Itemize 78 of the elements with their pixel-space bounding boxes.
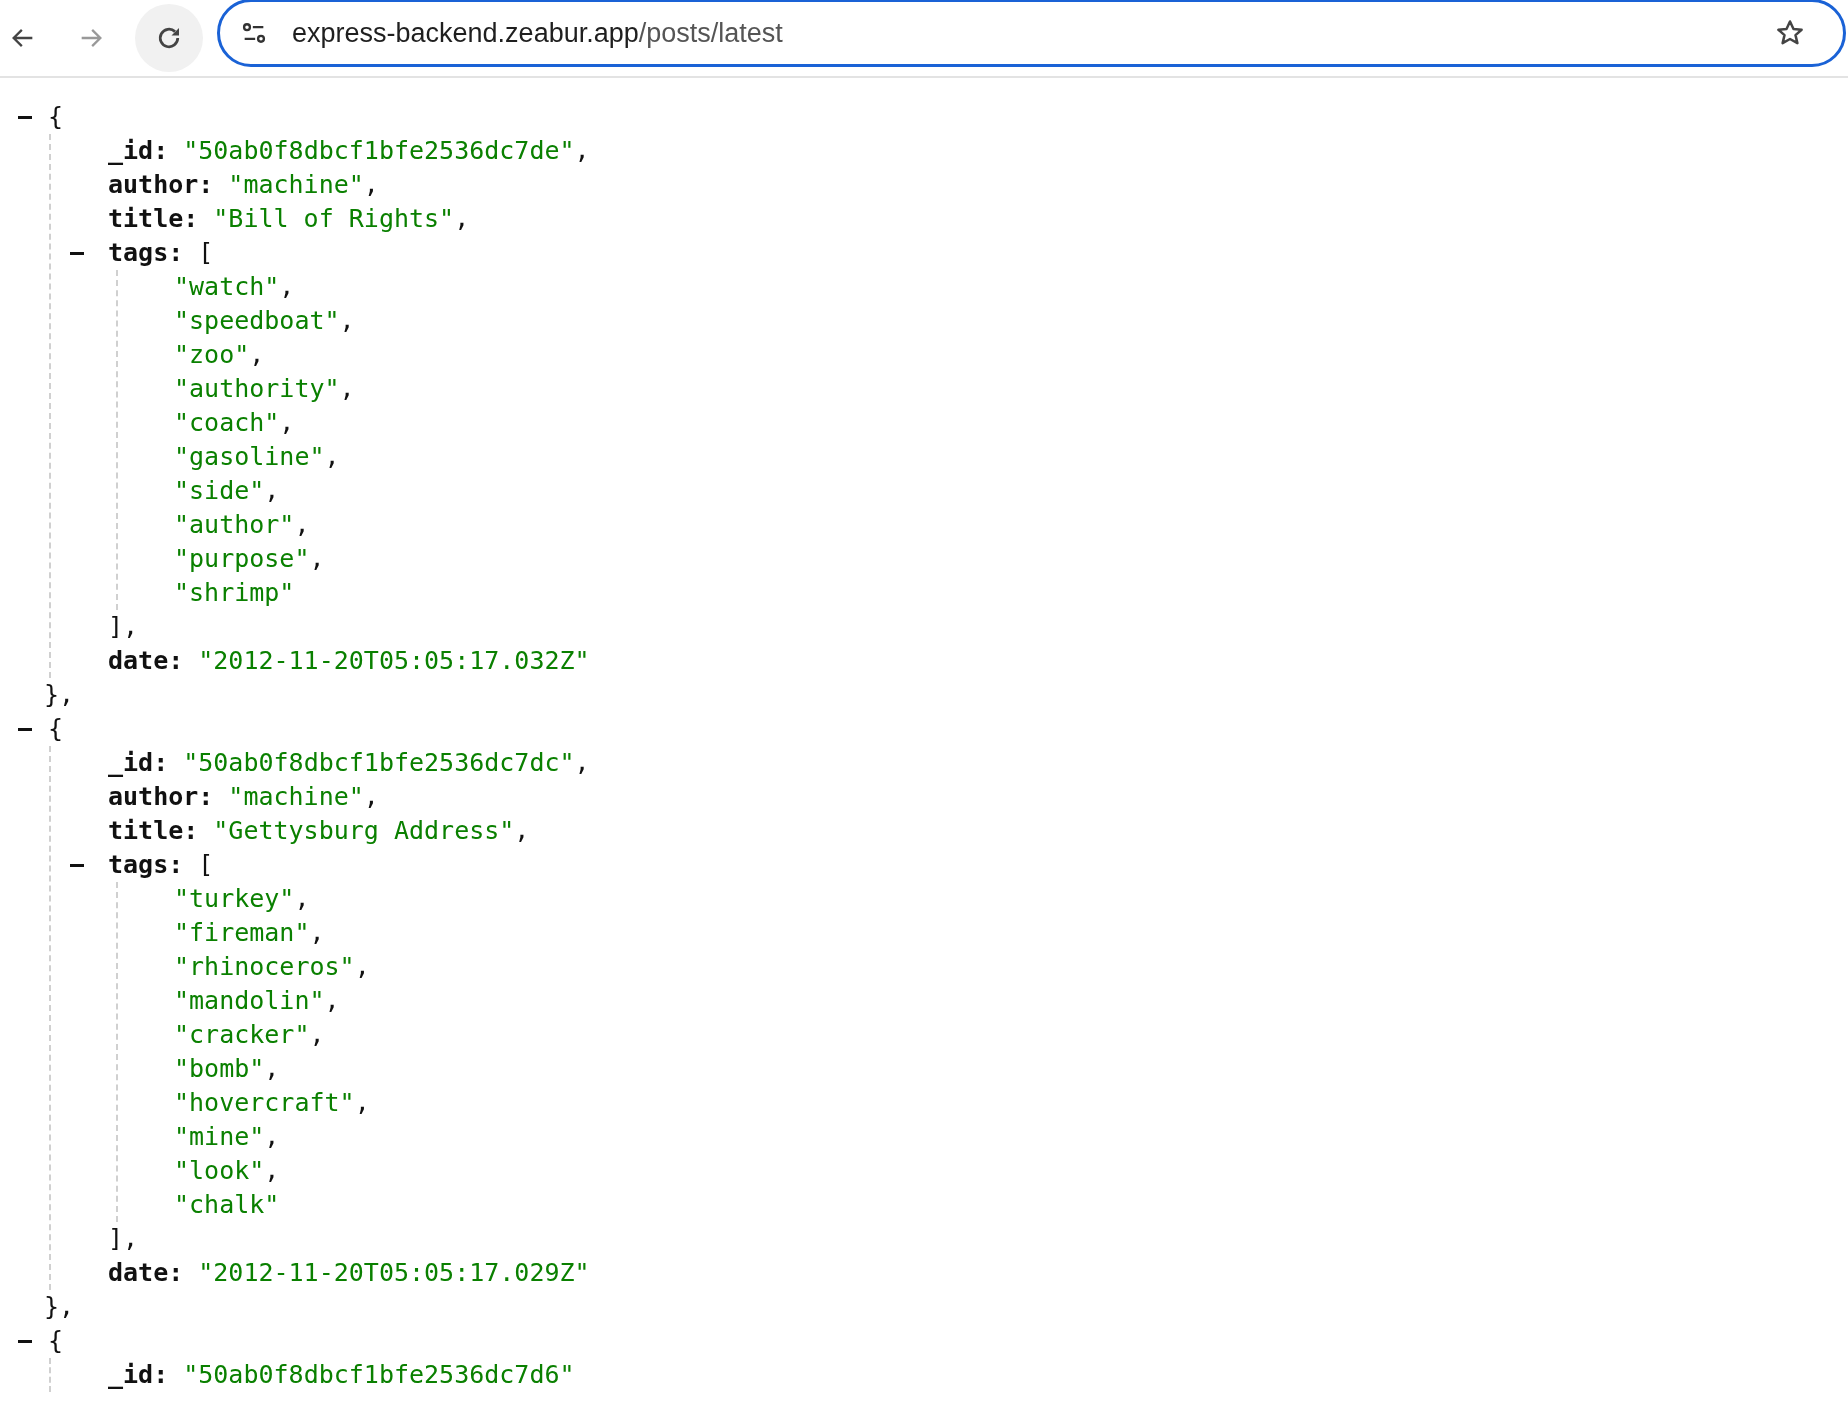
json-string-value: "chalk" <box>174 1189 280 1221</box>
json-string-value: "hovercraft" <box>174 1087 355 1119</box>
comma: , <box>363 781 379 813</box>
json-string-value: "Gettysburg Address" <box>213 815 515 847</box>
json-key: tags: <box>108 236 184 270</box>
json-string-value: "machine" <box>228 169 364 201</box>
json-string-value: "Bill of Rights" <box>213 203 455 235</box>
comma: , <box>294 883 310 915</box>
comma: , <box>309 1019 325 1051</box>
comma: , <box>294 509 310 541</box>
json-key: title: <box>108 202 199 236</box>
close-bracket: ], <box>108 611 139 643</box>
comma: , <box>354 1087 370 1119</box>
close-brace: }, <box>44 679 75 711</box>
comma: , <box>264 1053 280 1085</box>
open-brace: { <box>48 101 64 133</box>
collapse-icon[interactable] <box>18 115 32 119</box>
json-string-value: "authority" <box>174 373 340 405</box>
comma: , <box>324 985 340 1017</box>
comma: , <box>514 815 530 847</box>
comma: , <box>574 135 590 167</box>
json-string-value: "fireman" <box>174 917 310 949</box>
json-string-value: "rhinoceros" <box>174 951 355 983</box>
comma: , <box>574 747 590 779</box>
comma: , <box>279 271 295 303</box>
address-field[interactable]: express-backend.zeabur.app/posts/latest <box>217 0 1846 67</box>
json-string-value: "zoo" <box>174 339 250 371</box>
json-key: _id: <box>108 746 169 780</box>
json-key: date: <box>108 1256 184 1290</box>
close-bracket: ], <box>108 1223 139 1255</box>
json-key: author: <box>108 780 214 814</box>
collapse-icon[interactable] <box>18 1339 32 1343</box>
json-key: tags: <box>108 848 184 882</box>
json-string-value: "look" <box>174 1155 265 1187</box>
collapse-icon[interactable] <box>18 727 32 731</box>
json-key: date: <box>108 644 184 678</box>
open-brace: { <box>48 713 64 745</box>
comma: , <box>309 917 325 949</box>
comma: , <box>264 1121 280 1153</box>
json-string-value: "mandolin" <box>174 985 325 1017</box>
url-text: express-backend.zeabur.app/posts/latest <box>292 17 784 49</box>
json-key: author: <box>108 168 214 202</box>
json-string-value: "gasoline" <box>174 441 325 473</box>
open-bracket: [ <box>198 237 214 269</box>
comma: , <box>264 1155 280 1187</box>
json-key: _id: <box>108 1358 169 1392</box>
json-string-value: "purpose" <box>174 543 310 575</box>
open-bracket: [ <box>198 849 214 881</box>
comma: , <box>363 169 379 201</box>
json-string-value: "shrimp" <box>174 577 295 609</box>
json-string-value: "coach" <box>174 407 280 439</box>
json-string-value: "side" <box>174 475 265 507</box>
json-string-value: "cracker" <box>174 1019 310 1051</box>
open-brace: { <box>48 1325 64 1357</box>
json-string-value: "2012-11-20T05:05:17.032Z" <box>198 645 590 677</box>
close-brace: }, <box>44 1291 75 1323</box>
json-string-value: "turkey" <box>174 883 295 915</box>
json-string-value: "watch" <box>174 271 280 303</box>
json-string-value: "speedboat" <box>174 305 340 337</box>
json-string-value: "author" <box>174 509 295 541</box>
comma: , <box>339 305 355 337</box>
json-string-value: "machine" <box>228 781 364 813</box>
comma: , <box>454 203 470 235</box>
comma: , <box>249 339 265 371</box>
json-key: _id: <box>108 134 169 168</box>
json-string-value: "bomb" <box>174 1053 265 1085</box>
json-string-value: "50ab0f8dbcf1bfe2536dc7dc" <box>183 747 575 779</box>
json-string-value: "50ab0f8dbcf1bfe2536dc7de" <box>183 135 575 167</box>
json-string-value: "50ab0f8dbcf1bfe2536dc7d6" <box>183 1359 575 1391</box>
comma: , <box>264 475 280 507</box>
comma: , <box>279 407 295 439</box>
json-string-value: "2012-11-20T05:05:17.029Z" <box>198 1257 590 1289</box>
comma: , <box>324 441 340 473</box>
comma: , <box>309 543 325 575</box>
comma: , <box>354 951 370 983</box>
json-string-value: "mine" <box>174 1121 265 1153</box>
json-key: title: <box>108 814 199 848</box>
comma: , <box>339 373 355 405</box>
